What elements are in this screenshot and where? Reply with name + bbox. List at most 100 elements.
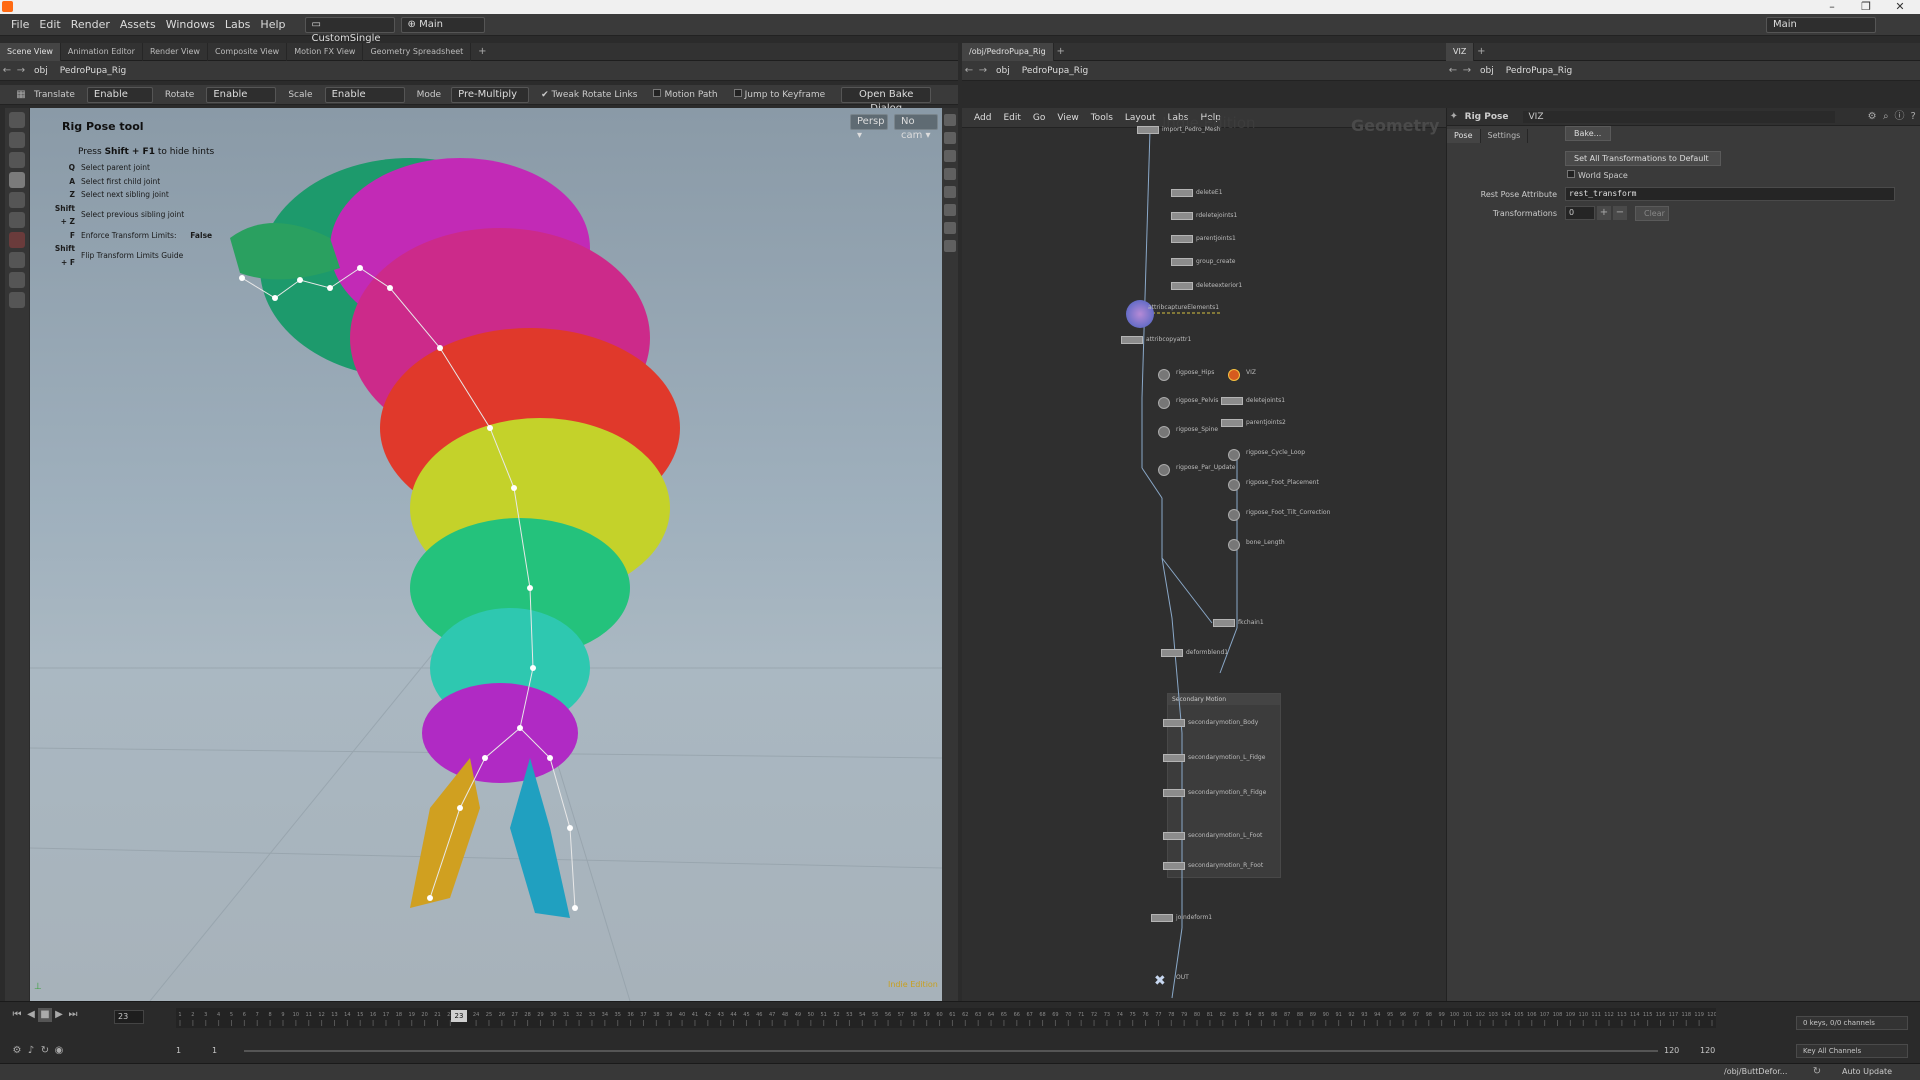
view-tool-icon[interactable]: [9, 212, 25, 228]
node-deleteexterior1[interactable]: [1171, 282, 1193, 290]
menu-edit[interactable]: Edit: [34, 14, 65, 36]
audio-icon[interactable]: ♪: [24, 1044, 38, 1058]
node-attribcopyattr1[interactable]: [1121, 336, 1143, 344]
snap-tool-icon[interactable]: [9, 252, 25, 268]
breadcrumb-rig[interactable]: PedroPupa_Rig: [54, 61, 133, 81]
tab-pose[interactable]: Pose: [1447, 129, 1481, 143]
menu-windows[interactable]: Windows: [161, 14, 220, 36]
motion-path-checkbox[interactable]: Motion Path: [653, 89, 718, 100]
parameter-back-icon[interactable]: ←: [1446, 64, 1460, 78]
node-deletejoints1[interactable]: [1221, 397, 1243, 405]
step-back-icon[interactable]: ◀: [24, 1008, 38, 1022]
node-parentjoints2[interactable]: [1221, 419, 1243, 427]
menu-help[interactable]: Help: [255, 14, 290, 36]
move-tool-icon[interactable]: [9, 132, 25, 148]
parameter-breadcrumb-obj[interactable]: obj: [1474, 61, 1500, 81]
point-display-icon[interactable]: [944, 222, 956, 234]
maximize-button[interactable]: ❐: [1852, 0, 1880, 14]
rotate-tool-icon[interactable]: [9, 152, 25, 168]
settings-gear-icon[interactable]: ⚙: [1865, 110, 1879, 124]
loop-icon[interactable]: ↻: [38, 1044, 52, 1058]
current-frame-field[interactable]: 23: [114, 1010, 144, 1024]
light-icon[interactable]: [944, 168, 956, 180]
no-cam-menu[interactable]: No cam ▾: [894, 114, 938, 141]
end-frame-field[interactable]: 120: [1700, 1046, 1715, 1055]
parameter-breadcrumb-rig[interactable]: PedroPupa_Rig: [1500, 61, 1579, 81]
add-network-tab-icon[interactable]: +: [1054, 45, 1068, 59]
wireframe-icon[interactable]: [944, 204, 956, 216]
stop-icon[interactable]: ■: [38, 1008, 52, 1022]
node-secondarymotion-l-fidge[interactable]: [1163, 754, 1185, 762]
node-rdeletejoints1[interactable]: [1171, 212, 1193, 220]
parameter-forward-icon[interactable]: →: [1460, 64, 1474, 78]
help-icon[interactable]: ?: [1906, 110, 1920, 124]
node-joindeform1[interactable]: [1151, 914, 1173, 922]
handle-tool-icon[interactable]: [9, 192, 25, 208]
menu-file[interactable]: File: [6, 14, 34, 36]
scale-dropdown[interactable]: Enable: [324, 86, 405, 103]
timeline-ruler[interactable]: 1234567891011121314151617181920212224252…: [176, 1008, 1716, 1028]
node-rigpose-foot-placement[interactable]: [1228, 479, 1240, 491]
node-secondarymotion-r-fidge[interactable]: [1163, 789, 1185, 797]
lock-icon[interactable]: [944, 150, 956, 162]
tab-render-view[interactable]: Render View: [143, 42, 208, 61]
parameter-search-icon[interactable]: ⌕: [1879, 110, 1893, 124]
mode-dropdown[interactable]: Pre-Multiply: [451, 86, 530, 103]
tab-geometry-spreadsheet[interactable]: Geometry Spreadsheet: [363, 42, 472, 61]
node-fkchain1[interactable]: [1213, 619, 1235, 627]
key-icon[interactable]: ◉: [52, 1044, 66, 1058]
node-parentjoints1[interactable]: [1171, 235, 1193, 243]
rotate-dropdown[interactable]: Enable: [206, 86, 277, 103]
shading-icon[interactable]: [944, 132, 956, 144]
node-deletee1[interactable]: [1171, 189, 1193, 197]
node-import-pedro-mesh[interactable]: [1137, 126, 1159, 134]
refresh-icon[interactable]: ↻: [1810, 1065, 1824, 1079]
node-rigpose-spine[interactable]: [1158, 426, 1170, 438]
tab-animation-editor[interactable]: Animation Editor: [61, 42, 143, 61]
node-bone-length[interactable]: [1228, 539, 1240, 551]
network-back-icon[interactable]: ←: [962, 64, 976, 78]
network-editor[interactable]: Add Edit Go View Tools Layout Labs Help Indie E…: [962, 108, 1446, 1001]
node-deformblend1[interactable]: [1161, 649, 1183, 657]
node-secondarymotion-r-foot[interactable]: [1163, 862, 1185, 870]
snapshot-icon[interactable]: [944, 186, 956, 198]
add-tab-icon[interactable]: +: [475, 45, 489, 59]
playhead-marker[interactable]: 23: [451, 1010, 467, 1022]
tab-composite-view[interactable]: Composite View: [208, 42, 288, 61]
tab-motion-fx-view[interactable]: Motion FX View: [287, 42, 364, 61]
camera-menu[interactable]: Persp ▾: [850, 114, 888, 141]
tab-scene-view[interactable]: Scene View: [0, 42, 61, 61]
open-bake-dialog-button[interactable]: Open Bake Dialog: [841, 86, 932, 114]
auto-update-dropdown[interactable]: Auto Update: [1842, 1067, 1892, 1076]
back-arrow-icon[interactable]: ←: [0, 64, 14, 78]
tab-settings[interactable]: Settings: [1481, 129, 1529, 143]
transformations-input[interactable]: 0: [1565, 206, 1595, 220]
jump-to-keyframe-checkbox[interactable]: Jump to Keyframe: [733, 89, 825, 100]
scene-viewport[interactable]: Rig Pose tool Press Shift + F1 to hide h…: [30, 108, 942, 1001]
select-tool-icon[interactable]: [9, 112, 25, 128]
tool-options-grid-icon[interactable]: ▦: [14, 88, 28, 102]
menu-render[interactable]: Render: [66, 14, 115, 36]
set-all-default-button[interactable]: Set All Transformations to Default: [1565, 151, 1721, 166]
node-secondarymotion-body[interactable]: [1163, 719, 1185, 727]
node-group-create[interactable]: [1171, 258, 1193, 266]
node-secondarymotion-l-foot[interactable]: [1163, 832, 1185, 840]
play-icon[interactable]: ▶: [52, 1008, 66, 1022]
info-icon[interactable]: ⓘ: [1893, 110, 1907, 124]
node-rigpose-foot-tilt-correction[interactable]: [1228, 509, 1240, 521]
start-frame-field[interactable]: 1: [176, 1046, 181, 1055]
menu-assets[interactable]: Assets: [115, 14, 161, 36]
clear-button[interactable]: Clear: [1635, 206, 1669, 221]
network-breadcrumb-rig[interactable]: PedroPupa_Rig: [1016, 61, 1095, 81]
normals-icon[interactable]: [944, 240, 956, 252]
remove-multiparm-icon[interactable]: −: [1613, 206, 1627, 220]
add-parameter-tab-icon[interactable]: +: [1474, 45, 1488, 59]
range-start-field[interactable]: 1: [212, 1046, 217, 1055]
display-options-icon[interactable]: [944, 114, 956, 126]
network-breadcrumb-obj[interactable]: obj: [990, 61, 1016, 81]
node-out[interactable]: ✖: [1154, 974, 1172, 988]
tab-network[interactable]: /obj/PedroPupa_Rig: [962, 42, 1054, 61]
node-name-field[interactable]: VIZ: [1522, 110, 1836, 123]
pose-tool-icon[interactable]: [9, 172, 25, 188]
node-rigpose-par-update[interactable]: [1158, 464, 1170, 476]
